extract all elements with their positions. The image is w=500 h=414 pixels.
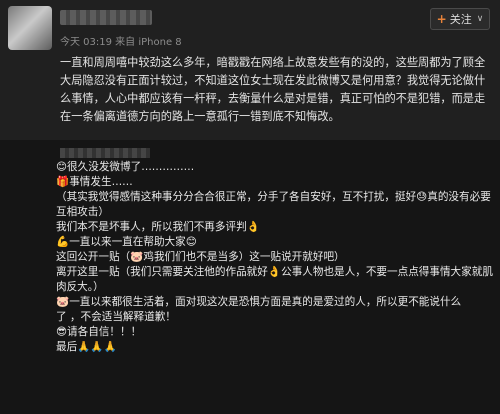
line: 肉反大。） — [56, 281, 104, 293]
line: 最后🙏🙏🙏 — [56, 341, 117, 353]
post-text: 一直和周周嘻中较劲这么多年，暗戳戳在网络上故意发些有的没的，这些周都为了顾全大局… — [60, 56, 486, 123]
commenter-blurred — [60, 148, 150, 158]
screenshot-text: 😊很久没发微博了…………… 🎁事情发生…… （其实我觉得感情这种事分分合合很正常… — [56, 160, 496, 355]
line: 😊很久没发微博了…………… — [56, 161, 195, 173]
line: 🎁事情发生…… — [56, 176, 133, 188]
line: 我们本不是坏事人，所以我们不再多评判👌 — [56, 221, 260, 233]
line: 这回公开一贴（🐷鸡我们们也不是当多）这一贴说开就好吧） — [56, 251, 345, 263]
post-body: 一直和周周嘻中较劲这么多年，暗戳戳在网络上故意发些有的没的，这些周都为了顾全大局… — [60, 54, 492, 126]
username-blurred[interactable] — [60, 10, 152, 25]
post-header: 今天 03:19 来自 iPhone 8 + 关注 ∨ — [0, 0, 500, 54]
line: 离开这里一贴（我们只需要关注他的作品就好👌公事人物也是人，不要一点点得事情大家就… — [56, 266, 493, 278]
follow-label: 关注 — [449, 13, 472, 26]
plus-icon: + — [436, 12, 447, 26]
post-meta: 今天 03:19 来自 iPhone 8 — [60, 37, 182, 48]
line: （其实我觉得感情这种事分分合合很正常，分手了各自安好，互不打扰，挺好😓真的没有必… — [56, 191, 491, 203]
line: 🐷一直以来都很生活着，面对现这次是恐惧方面是真的是爱过的人，所以更不能说什么 — [56, 296, 462, 308]
chevron-down-icon: ∨ — [476, 14, 484, 24]
line: 😎请各自信！！！ — [56, 326, 142, 338]
line: 互相攻击） — [56, 206, 109, 218]
avatar[interactable] — [8, 6, 52, 50]
follow-button[interactable]: + 关注 ∨ — [430, 8, 490, 30]
line: 了 ，不会适当解释道歉！ — [56, 311, 176, 323]
screenshot-panel: 😊很久没发微博了…………… 🎁事情发生…… （其实我觉得感情这种事分分合合很正常… — [0, 140, 500, 414]
line: 💪一直以来一直在帮助大家😊 — [56, 236, 197, 248]
